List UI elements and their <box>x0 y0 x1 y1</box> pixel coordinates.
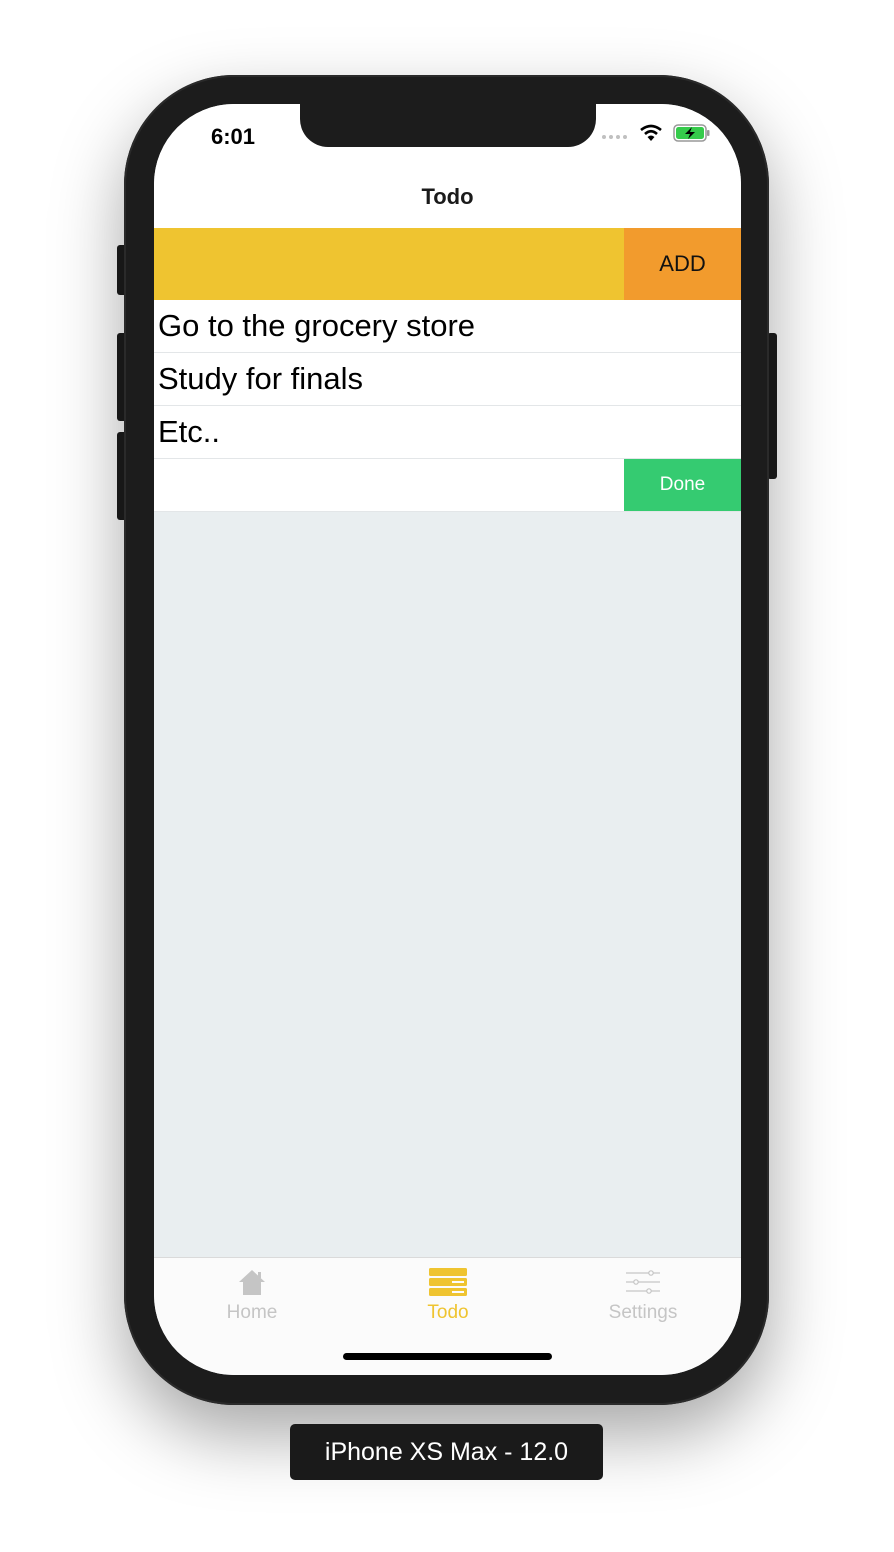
todo-item[interactable]: Study for finals <box>154 353 741 406</box>
list-icon <box>428 1266 468 1298</box>
tab-todo[interactable]: Todo <box>350 1258 546 1338</box>
home-indicator[interactable] <box>343 1353 552 1360</box>
battery-charging-icon <box>673 124 711 147</box>
todo-item-swiped[interactable]: Done <box>154 459 741 512</box>
tab-settings[interactable]: Settings <box>545 1258 741 1338</box>
todo-item[interactable]: Etc.. <box>154 406 741 459</box>
status-time: 6:01 <box>211 124 256 149</box>
notch <box>300 104 596 147</box>
signal-icon <box>601 127 629 145</box>
simulator-stage: 6:01 Todo ADD Go to the grocery store St… <box>0 0 894 1552</box>
wifi-icon <box>639 124 663 147</box>
home-icon <box>232 1266 272 1298</box>
sliders-icon <box>623 1266 663 1298</box>
add-todo-row: ADD <box>154 228 741 300</box>
page-title: Todo <box>421 184 474 209</box>
status-icons <box>601 124 711 147</box>
tab-label: Todo <box>427 1302 469 1323</box>
tab-home[interactable]: Home <box>154 1258 350 1338</box>
tab-label: Settings <box>608 1302 678 1323</box>
todo-item-text: Go to the grocery store <box>158 308 476 343</box>
todo-item-text: Etc.. <box>158 414 221 449</box>
done-button[interactable]: Done <box>624 459 741 511</box>
todo-item-text: Study for finals <box>158 361 364 396</box>
phone-screen: 6:01 Todo ADD Go to the grocery store St… <box>154 104 741 1375</box>
todo-item[interactable]: Go to the grocery store <box>154 300 741 353</box>
add-button[interactable]: ADD <box>624 228 741 300</box>
todo-list: Go to the grocery store Study for finals… <box>154 300 741 512</box>
new-todo-input[interactable] <box>154 228 624 300</box>
navigation-bar: Todo <box>154 164 741 228</box>
device-label: iPhone XS Max - 12.0 <box>290 1424 603 1480</box>
tab-label: Home <box>226 1302 278 1323</box>
